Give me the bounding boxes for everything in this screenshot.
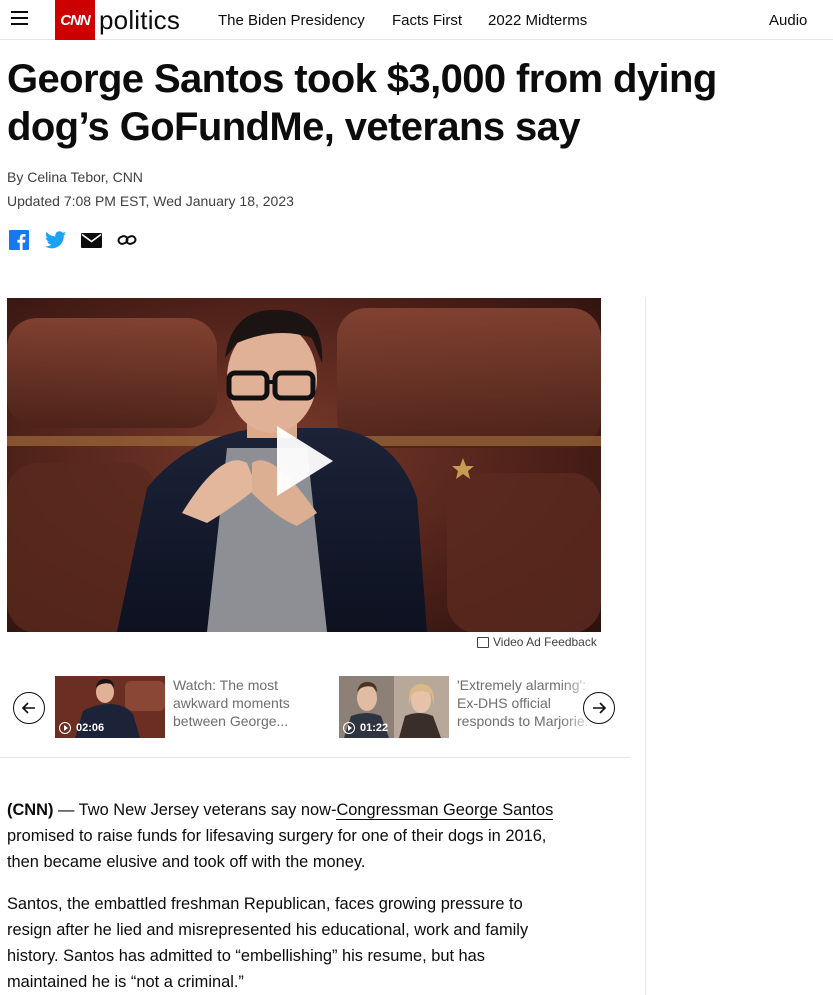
nav-link-audio[interactable]: Audio (769, 12, 807, 29)
link-icon[interactable] (116, 230, 138, 250)
video-duration-text: 02:06 (76, 722, 105, 734)
cnn-politics-logo[interactable]: CNN politics (55, 0, 180, 40)
video-duration: 01:22 (343, 722, 388, 734)
carousel-item-title: Watch: The most awkward moments between … (173, 677, 290, 729)
video-carousel: 02:06 Watch: The most awkward moments be… (0, 660, 630, 758)
right-rail-divider (645, 297, 646, 995)
play-circle-icon (59, 722, 71, 734)
article-paragraph: Santos, the embattled freshman Republica… (7, 895, 529, 991)
byline-prefix: By (7, 169, 28, 185)
byline: By Celina Tebor, CNN (7, 169, 143, 185)
video-player[interactable] (7, 298, 601, 632)
video-ad-feedback[interactable]: Video Ad Feedback (477, 635, 597, 649)
article-body: (CNN) — Two New Jersey veterans say now-… (7, 797, 567, 995)
feedback-icon (477, 636, 489, 648)
share-bar (8, 230, 152, 250)
article-headline: George Santos took $3,000 from dying dog… (7, 57, 717, 149)
cnn-logo: CNN (55, 0, 95, 40)
nav-link-biden-presidency[interactable]: The Biden Presidency (218, 12, 365, 29)
video-ad-feedback-label: Video Ad Feedback (493, 635, 597, 649)
video-poster-image (7, 298, 601, 632)
carousel-item[interactable]: 02:06 Watch: The most awkward moments be… (55, 676, 303, 738)
menu-icon[interactable] (11, 11, 29, 27)
video-duration: 02:06 (59, 722, 104, 734)
carousel-prev-button[interactable] (13, 692, 45, 724)
carousel-next-button[interactable] (583, 692, 615, 724)
dateline-dash: — (53, 801, 79, 819)
video-thumbnail: 01:22 (339, 676, 449, 738)
facebook-icon[interactable] (8, 230, 30, 250)
cnn-logo-text: CNN (60, 11, 90, 29)
arrow-left-icon (22, 702, 35, 714)
arrow-right-icon (593, 702, 606, 714)
paragraph-text: Two New Jersey veterans say now- (78, 801, 337, 819)
author-link[interactable]: Celina Tebor, CNN (27, 169, 143, 185)
section-name: politics (99, 5, 181, 35)
article-paragraph: (CNN) — Two New Jersey veterans say now-… (7, 797, 567, 875)
nav-link-facts-first[interactable]: Facts First (392, 12, 462, 29)
updated-timestamp: Updated 7:08 PM EST, Wed January 18, 202… (7, 193, 294, 209)
dateline-source: (CNN) (7, 801, 54, 819)
paragraph-text: promised to raise funds for lifesaving s… (7, 827, 547, 871)
email-icon[interactable] (80, 230, 102, 250)
carousel-item-title: 'Extremely alarming': Ex-DHS official re… (457, 677, 597, 729)
santos-link[interactable]: Congressman George Santos (336, 801, 554, 820)
carousel-item[interactable]: 01:22 'Extremely alarming': Ex-DHS offic… (339, 676, 597, 738)
twitter-icon[interactable] (44, 230, 66, 250)
play-circle-icon (343, 722, 355, 734)
nav-link-2022-midterms[interactable]: 2022 Midterms (488, 12, 587, 29)
video-duration-text: 01:22 (360, 722, 389, 734)
video-thumbnail: 02:06 (55, 676, 165, 738)
site-header: CNN politics The Biden Presidency Facts … (0, 0, 833, 40)
